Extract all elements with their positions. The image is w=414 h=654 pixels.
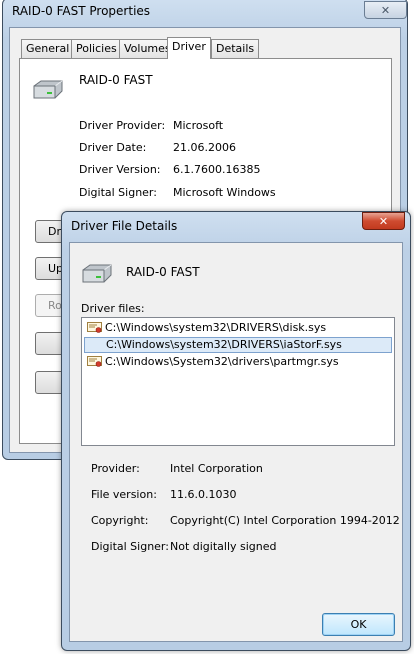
file-path: C:\Windows\System32\drivers\partmgr.sys xyxy=(105,355,339,368)
file-version-label: File version: xyxy=(91,488,157,501)
provider-label: Provider: xyxy=(91,462,140,475)
digital-signer-value: Not digitally signed xyxy=(170,540,277,553)
copyright-label: Copyright: xyxy=(91,514,149,527)
close-icon: ✕ xyxy=(378,214,389,228)
driver-version-value: 6.1.7600.16385 xyxy=(173,163,261,176)
list-item[interactable]: C:\Windows\system32\DRIVERS\iaStorF.sys xyxy=(84,337,392,353)
list-item[interactable]: C:\Windows\System32\drivers\partmgr.sys xyxy=(84,354,392,370)
properties-window-title: RAID-0 FAST Properties xyxy=(12,4,151,18)
dialog-title: Driver File Details xyxy=(71,219,178,233)
hard-drive-icon xyxy=(33,80,63,99)
copyright-value: Copyright(C) Intel Corporation 1994-2012 xyxy=(170,514,400,527)
list-item[interactable]: C:\Windows\system32\DRIVERS\disk.sys xyxy=(84,320,392,336)
tab-label: Volumes xyxy=(124,42,171,55)
certificate-icon xyxy=(87,356,102,367)
tab-label: Details xyxy=(216,42,255,55)
dialog-close-button[interactable]: ✕ xyxy=(362,212,405,230)
dialog-client-area: RAID-0 FAST Driver files: C:\Windows\sys… xyxy=(69,242,403,642)
certificate-icon xyxy=(87,322,102,333)
properties-close-button[interactable]: ✕ xyxy=(364,1,407,19)
digital-signer-value: Microsoft Windows xyxy=(173,186,276,199)
file-path: C:\Windows\system32\DRIVERS\disk.sys xyxy=(105,321,327,334)
device-name: RAID-0 FAST xyxy=(79,73,153,87)
tab-details[interactable]: Details xyxy=(211,39,260,58)
digital-signer-label: Digital Signer: xyxy=(79,186,157,199)
driver-date-label: Driver Date: xyxy=(79,141,147,154)
driver-file-details-dialog: Driver File Details ✕ RAID-0 FAST Driver… xyxy=(61,211,411,651)
file-path: C:\Windows\system32\DRIVERS\iaStorF.sys xyxy=(106,338,342,351)
tab-policies[interactable]: Policies xyxy=(71,39,122,58)
device-name: RAID-0 FAST xyxy=(126,265,200,279)
driver-provider-label: Driver Provider: xyxy=(79,119,166,132)
driver-files-label: Driver files: xyxy=(81,302,145,315)
driver-files-list[interactable]: C:\Windows\system32\DRIVERS\disk.sys C:\… xyxy=(81,317,395,446)
tab-driver[interactable]: Driver xyxy=(167,37,211,59)
driver-date-value: 21.06.2006 xyxy=(173,141,236,154)
file-version-value: 11.6.0.1030 xyxy=(170,488,237,501)
digital-signer-label: Digital Signer: xyxy=(91,540,169,553)
driver-provider-value: Microsoft xyxy=(173,119,224,132)
hard-drive-icon xyxy=(82,264,112,283)
tab-label: Policies xyxy=(76,42,117,55)
provider-value: Intel Corporation xyxy=(170,462,263,475)
tab-label: General xyxy=(26,42,70,55)
tab-general[interactable]: General xyxy=(21,39,75,58)
button-label: Dr xyxy=(48,225,61,238)
tab-label: Driver xyxy=(172,40,206,53)
ok-button[interactable]: OK xyxy=(322,613,395,636)
close-icon: ✕ xyxy=(380,3,391,17)
driver-version-label: Driver Version: xyxy=(79,163,161,176)
